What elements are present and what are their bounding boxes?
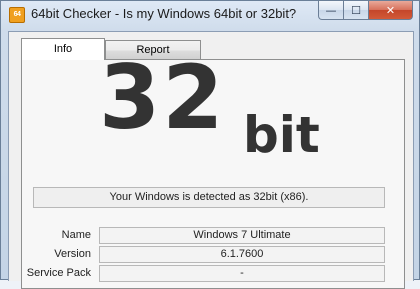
detection-message: Your Windows is detected as 32bit (x86). xyxy=(33,187,385,208)
tab-info[interactable]: Info xyxy=(21,38,105,60)
version-value-field[interactable]: 6.1.7600 xyxy=(99,246,385,263)
close-button[interactable]: ✕ xyxy=(369,1,413,20)
service-pack-value-field[interactable]: - xyxy=(99,265,385,282)
name-value-field[interactable]: Windows 7 Ultimate xyxy=(99,227,385,244)
app-window: 64 64bit Checker - Is my Windows 64bit o… xyxy=(0,0,420,289)
service-pack-label: Service Pack xyxy=(26,267,91,279)
minimize-icon: — xyxy=(325,3,337,17)
result-number: 32 xyxy=(99,46,226,149)
caption-buttons: — ☐ ✕ xyxy=(318,1,413,20)
name-label: Name xyxy=(61,229,91,241)
window-title: 64bit Checker - Is my Windows 64bit or 3… xyxy=(31,6,297,21)
result-unit: bit xyxy=(243,106,320,164)
title-bar[interactable]: 64 64bit Checker - Is my Windows 64bit o… xyxy=(1,1,419,29)
detail-row-name: Name Windows 7 Ultimate xyxy=(1,227,420,244)
maximize-button[interactable]: ☐ xyxy=(344,1,369,20)
version-label: Version xyxy=(54,248,91,260)
app-logo-icon: 64 xyxy=(9,7,25,23)
close-icon: ✕ xyxy=(385,3,396,17)
detail-row-service-pack: Service Pack - xyxy=(1,265,420,282)
detail-row-version: Version 6.1.7600 xyxy=(1,246,420,263)
maximize-icon: ☐ xyxy=(351,3,361,17)
minimize-button[interactable]: — xyxy=(318,1,344,20)
